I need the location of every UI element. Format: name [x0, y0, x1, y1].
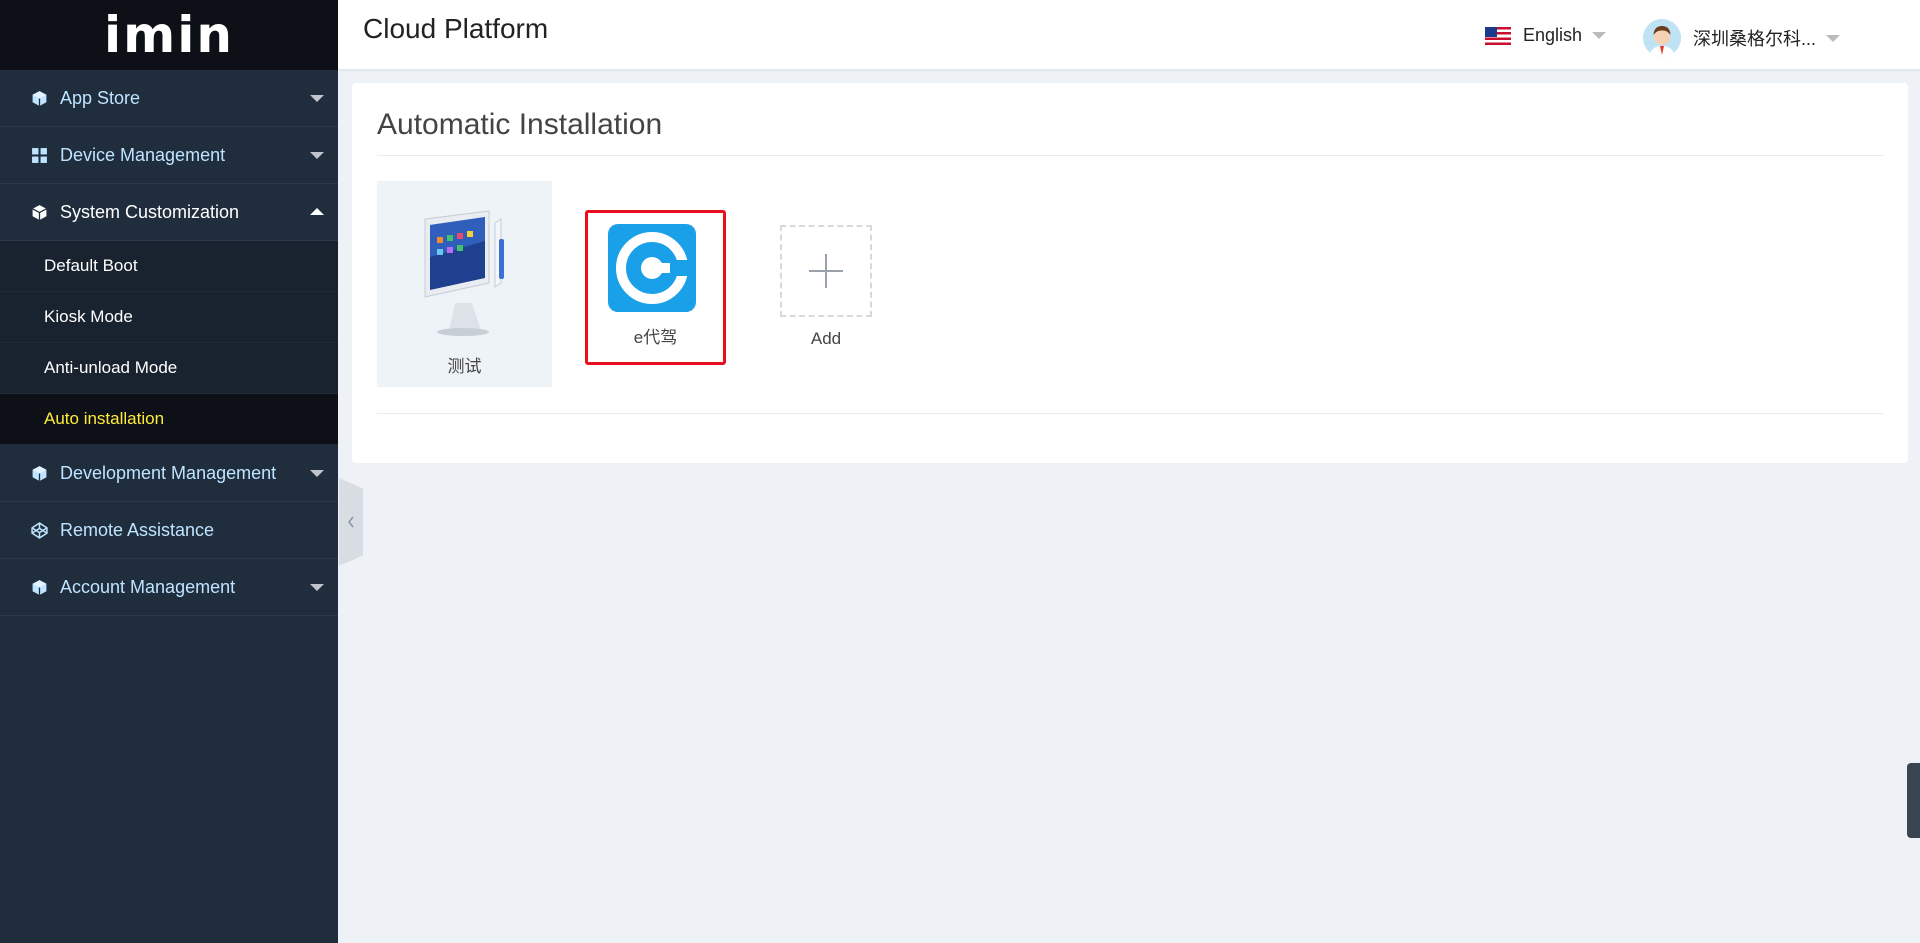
logo[interactable]: imin [0, 0, 338, 70]
us-flag-icon [1485, 26, 1511, 45]
chevron-down-icon [310, 584, 324, 591]
sidebar-item-system-customization[interactable]: System Customization [0, 184, 338, 241]
pos-device-icon [424, 210, 504, 336]
grid-icon [30, 146, 49, 165]
sidebar-item-label: Device Management [60, 144, 226, 165]
app-tile-test[interactable]: 测试 [377, 181, 552, 387]
add-app-button[interactable] [780, 225, 872, 317]
logo-text: imin [104, 6, 234, 64]
cube-icon [30, 464, 49, 483]
user-menu[interactable]: 深圳桑格尔科... [1643, 19, 1841, 57]
section-title: Automatic Installation [377, 108, 663, 141]
add-label: Add [810, 329, 842, 348]
sidebar-item-development-management[interactable]: Development Management [0, 445, 338, 502]
app-tile-edaijia[interactable]: e代驾 [585, 210, 726, 365]
sidebar-subitem-label: Auto installation [44, 409, 165, 428]
chevron-down-icon [310, 95, 324, 102]
sidebar-subitem-label: Default Boot [44, 256, 138, 275]
page-title: Cloud Platform [363, 13, 549, 44]
sidebar-subitem-label: Kiosk Mode [44, 307, 133, 326]
chevron-left-icon [348, 516, 354, 528]
sidebar-subitem-label: Anti-unload Mode [44, 358, 178, 377]
chevron-down-icon [1826, 34, 1841, 42]
sidebar-item-label: App Store [60, 87, 141, 108]
cube-icon [30, 89, 49, 108]
sidebar-item-label: Remote Assistance [60, 519, 215, 540]
sidebar-item-remote-assistance[interactable]: Remote Assistance [0, 502, 338, 559]
submenu-system-customization: Default Boot Kiosk Mode Anti-unload Mode… [0, 241, 338, 445]
sidebar-item-label: System Customization [60, 201, 240, 222]
chevron-down-icon [310, 470, 324, 477]
app-label: e代驾 [633, 328, 678, 347]
sidebar-subitem-auto-installation[interactable]: Auto installation [0, 394, 338, 445]
divider [377, 155, 1883, 156]
sidebar-item-account-management[interactable]: Account Management [0, 559, 338, 616]
plus-icon [809, 254, 843, 288]
sidebar-collapse-toggle[interactable] [339, 478, 363, 566]
top-header: Cloud Platform English 深圳桑格尔科... [338, 0, 1920, 69]
sidebar-item-label: Development Management [60, 462, 277, 483]
cube-icon [30, 578, 49, 597]
main-card: Automatic Installation 测试 e代驾 Add [352, 83, 1908, 463]
sidebar-subitem-anti-unload-mode[interactable]: Anti-unload Mode [0, 343, 338, 394]
avatar [1643, 19, 1681, 57]
chevron-down-icon [310, 152, 324, 159]
sidebar-subitem-kiosk-mode[interactable]: Kiosk Mode [0, 292, 338, 343]
side-widget-handle[interactable] [1907, 763, 1920, 838]
sidebar-subitem-default-boot[interactable]: Default Boot [0, 241, 338, 292]
sidebar: imin App Store Device Management System … [0, 0, 338, 943]
language-selector[interactable]: English [1485, 25, 1607, 46]
sidebar-item-app-store[interactable]: App Store [0, 70, 338, 127]
sidebar-item-label: Account Management [60, 576, 236, 597]
chevron-down-icon [1592, 32, 1607, 39]
user-name: 深圳桑格尔科... [1693, 29, 1817, 49]
sidebar-item-device-management[interactable]: Device Management [0, 127, 338, 184]
cube-icon [30, 203, 49, 222]
app-label: 测试 [447, 357, 482, 376]
chevron-up-icon [310, 208, 324, 215]
e-daijia-app-icon [608, 224, 696, 312]
language-label: English [1523, 25, 1583, 45]
codepen-icon [30, 521, 49, 540]
divider [377, 413, 1883, 414]
